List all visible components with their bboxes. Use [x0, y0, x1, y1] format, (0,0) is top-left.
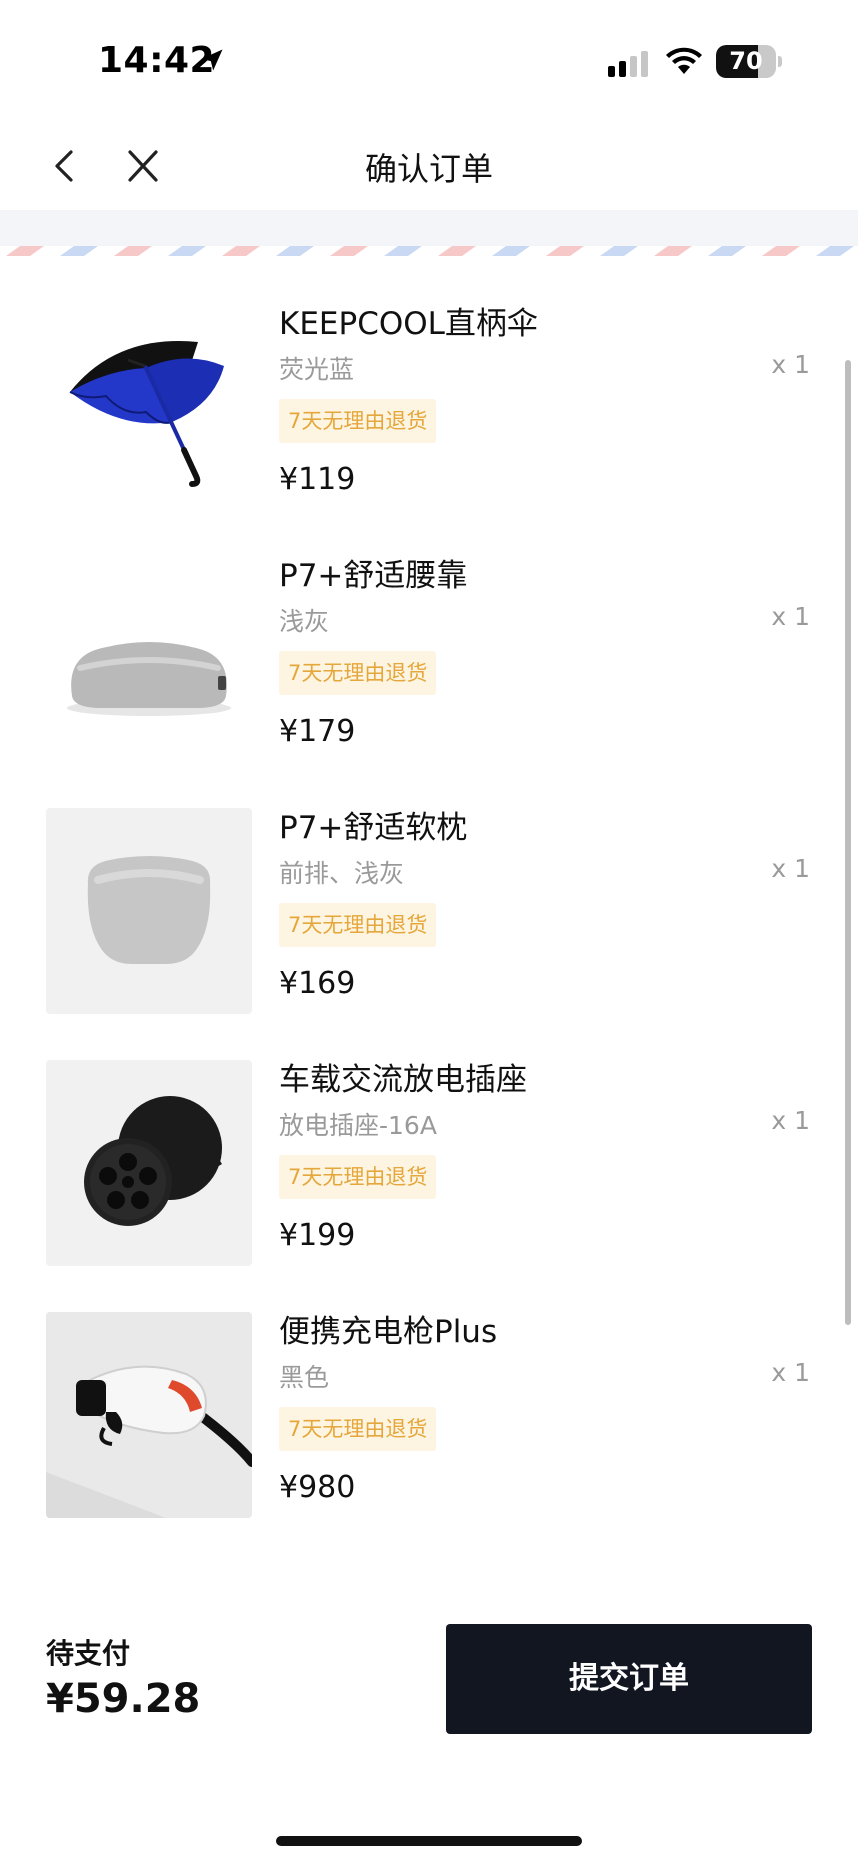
umbrella-image: [46, 304, 252, 510]
item-name: KEEPCOOL直柄伞: [279, 306, 538, 342]
item-price: ¥980: [279, 1470, 356, 1505]
item-spec: 荧光蓝: [279, 355, 355, 384]
order-item[interactable]: P7+舒适腰靠 浅灰 x 1 7天无理由退货 ¥179: [0, 508, 858, 762]
item-quantity: x 1: [771, 1358, 810, 1387]
status-bar: 14:42 70: [0, 0, 858, 110]
order-item[interactable]: 车载交流放电插座 放电插座-16A x 1 7天无理由退货 ¥199: [0, 1012, 858, 1266]
return-policy-badge: 7天无理由退货: [279, 399, 437, 443]
item-name: P7+舒适腰靠: [279, 558, 468, 594]
return-policy-badge: 7天无理由退货: [279, 903, 437, 947]
airmail-stripe-divider: [0, 246, 858, 256]
item-price: ¥119: [279, 462, 356, 497]
item-price: ¥199: [279, 1218, 356, 1253]
item-spec: 黑色: [279, 1363, 330, 1392]
battery-level: 70: [729, 47, 763, 75]
home-indicator[interactable]: [276, 1836, 582, 1846]
pay-label: 待支付: [46, 1637, 131, 1670]
order-item[interactable]: 便携充电枪Plus 黑色 x 1 7天无理由退货 ¥980: [0, 1264, 858, 1518]
order-item[interactable]: P7+舒适软枕 前排、浅灰 x 1 7天无理由退货 ¥169: [0, 760, 858, 1014]
charging-gun-image: [46, 1312, 252, 1518]
checkout-footer: 待支付 ¥59.28 提交订单: [0, 1610, 858, 1750]
item-spec: 浅灰: [279, 607, 330, 636]
return-policy-badge: 7天无理由退货: [279, 1407, 437, 1451]
item-price: ¥179: [279, 714, 356, 749]
return-policy-badge: 7天无理由退货: [279, 1155, 437, 1199]
item-name: 车载交流放电插座: [279, 1062, 527, 1098]
scrollbar[interactable]: [845, 360, 851, 1325]
lumbar-cushion-image: [46, 556, 252, 762]
item-name: P7+舒适软枕: [279, 810, 468, 846]
discharge-socket-image: [46, 1060, 252, 1266]
item-quantity: x 1: [771, 602, 810, 631]
item-quantity: x 1: [771, 854, 810, 883]
battery-icon: 70: [716, 45, 782, 78]
item-price: ¥169: [279, 966, 356, 1001]
item-quantity: x 1: [771, 1106, 810, 1135]
pay-amount: ¥59.28: [46, 1676, 201, 1722]
item-name: 便携充电枪Plus: [279, 1314, 498, 1350]
item-spec: 前排、浅灰: [279, 859, 405, 888]
item-quantity: x 1: [771, 350, 810, 379]
item-spec: 放电插座-16A: [279, 1111, 437, 1140]
cellular-signal-icon: [608, 51, 648, 77]
location-arrow-icon: [201, 49, 223, 71]
submit-order-button[interactable]: 提交订单: [446, 1624, 812, 1734]
return-policy-badge: 7天无理由退货: [279, 651, 437, 695]
page-title: 确认订单: [364, 150, 493, 188]
headrest-pillow-image: [46, 808, 252, 1014]
wifi-icon: [666, 47, 702, 74]
nav-bar: 确认订单: [0, 120, 858, 210]
order-item[interactable]: KEEPCOOL直柄伞 荧光蓝 x 1 7天无理由退货 ¥119: [0, 256, 858, 510]
